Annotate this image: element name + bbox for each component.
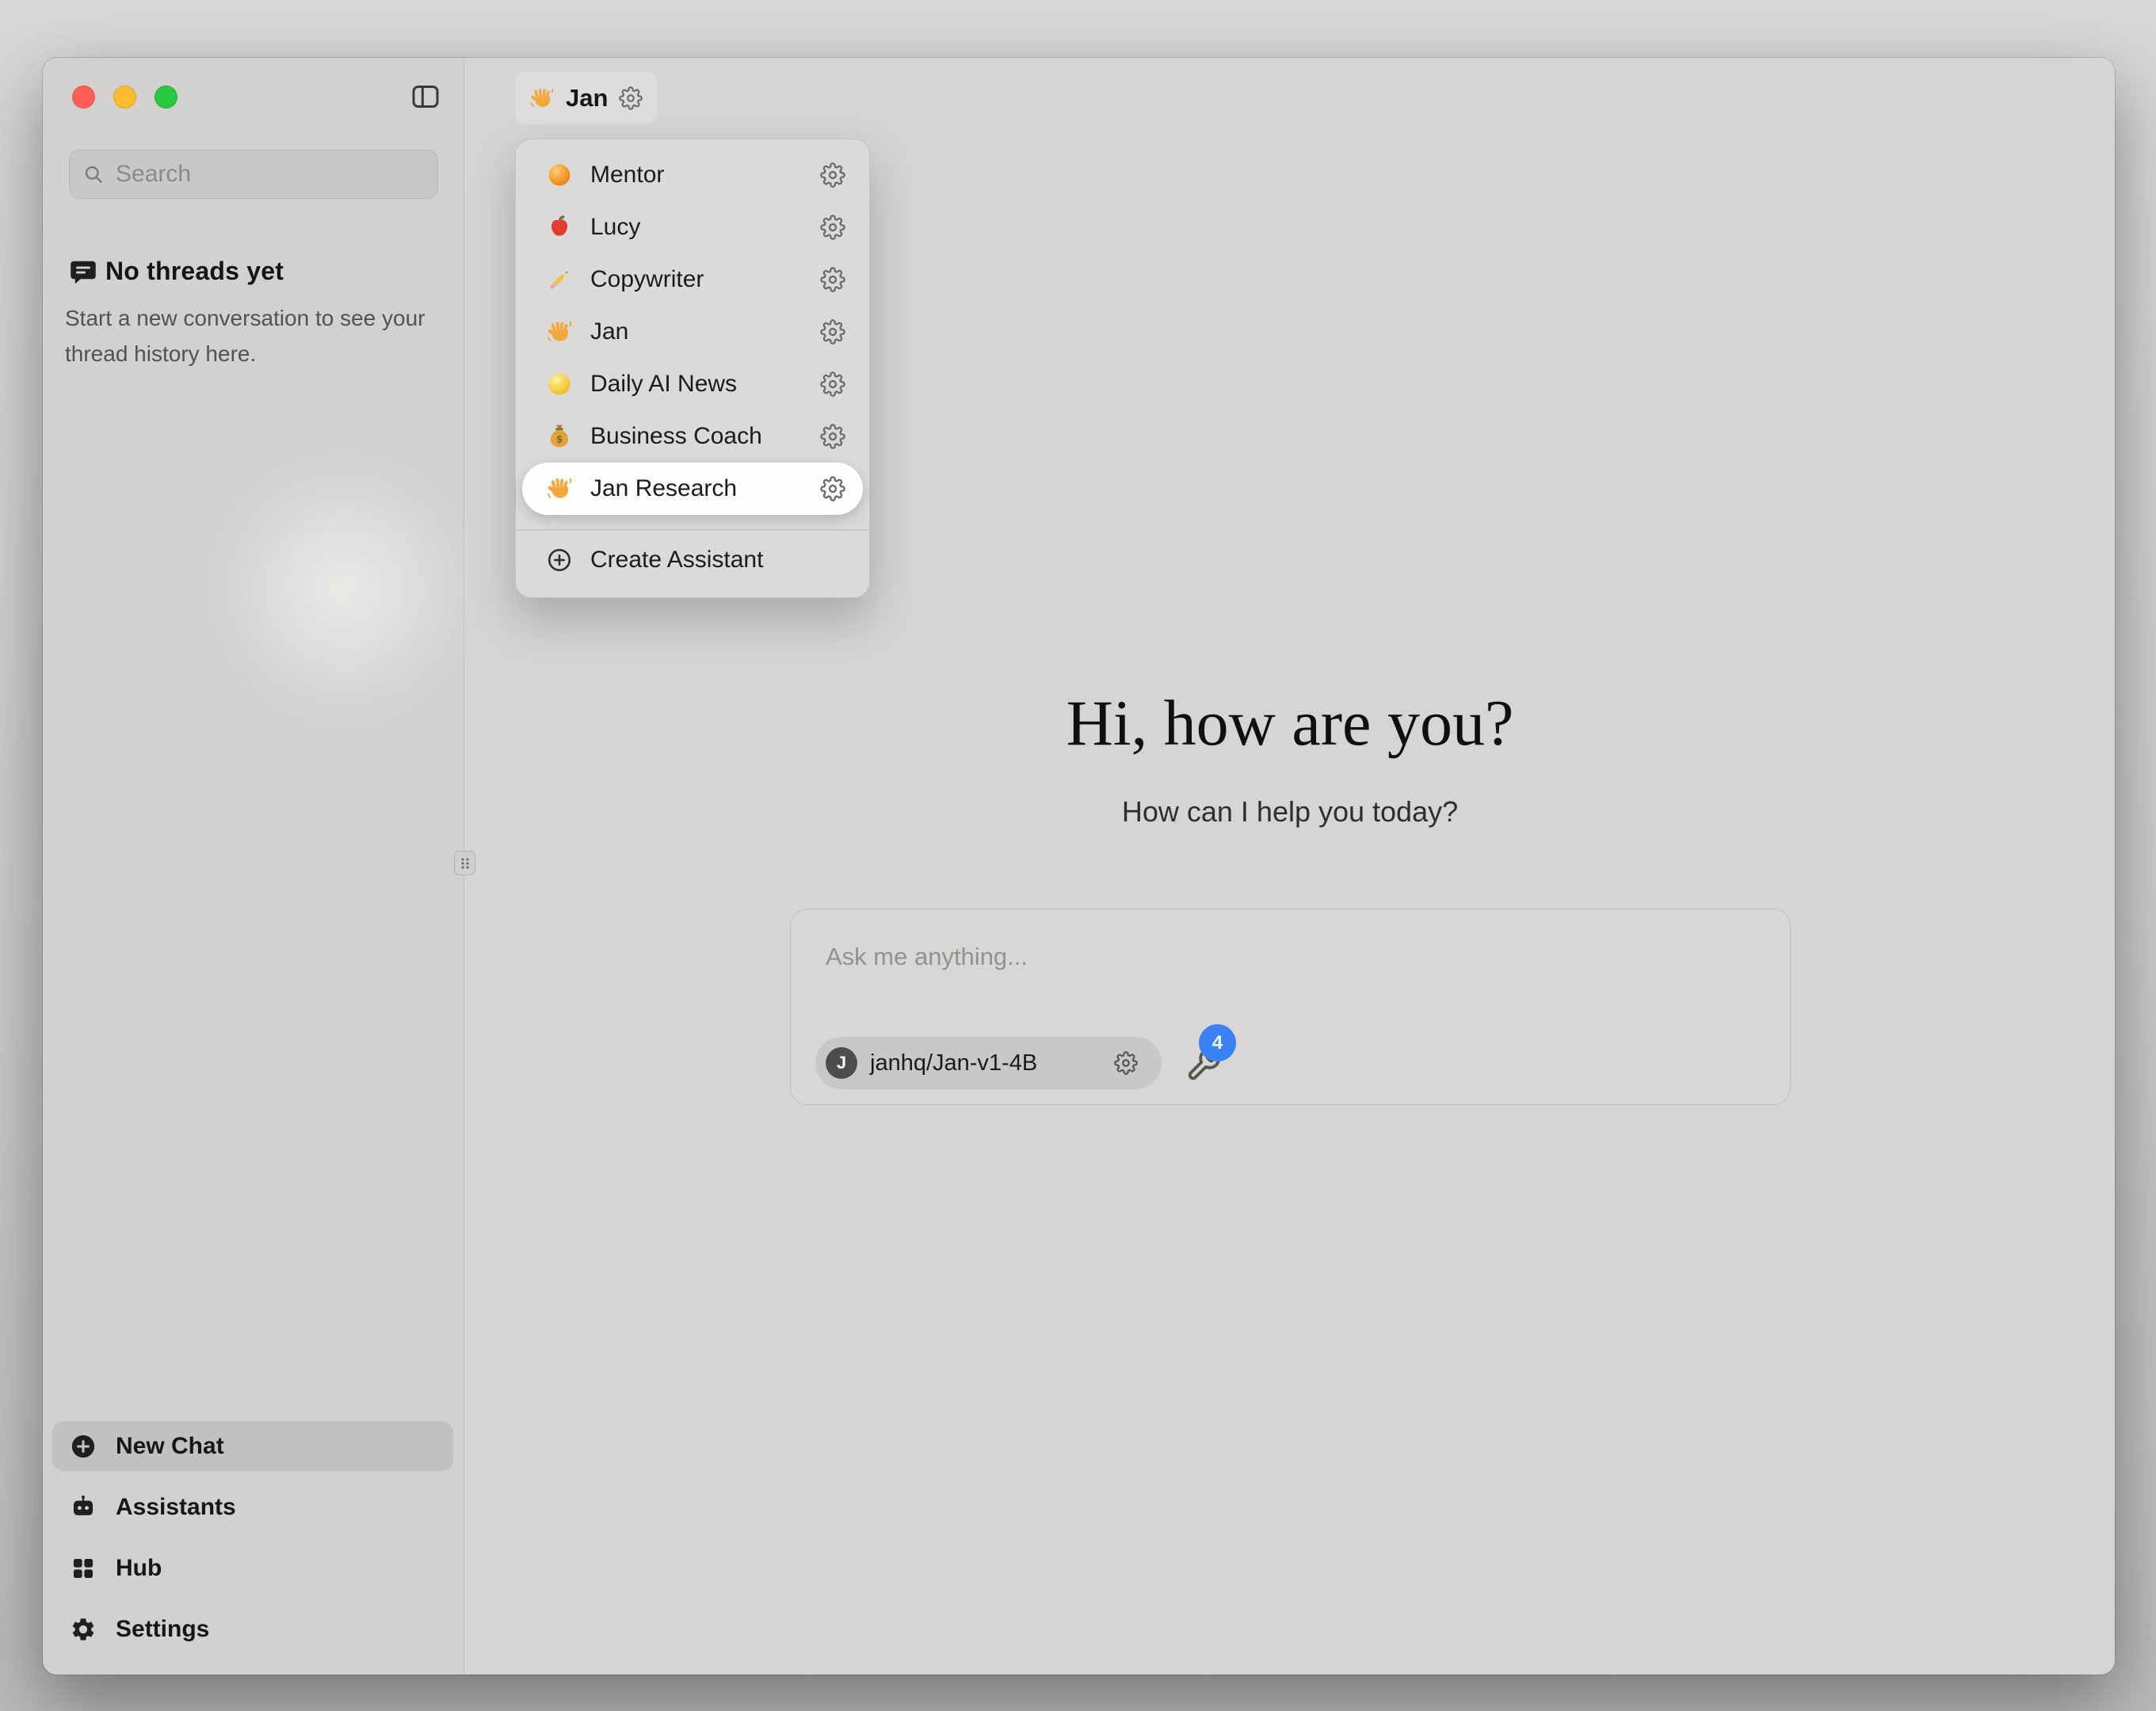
assistant-selector-label: Jan — [566, 84, 608, 112]
sidebar-item-assistants[interactable]: Assistants — [52, 1483, 453, 1532]
chat-bubble-icon — [69, 258, 97, 287]
menu-item-copywriter[interactable]: Copywriter — [516, 253, 869, 306]
waving-hand-icon — [529, 86, 555, 111]
menu-item-jan[interactable]: Jan — [516, 306, 869, 358]
gear-icon[interactable] — [820, 424, 845, 449]
chat-input[interactable] — [826, 933, 1745, 981]
empty-state-title: No threads yet — [105, 257, 284, 286]
gear-icon[interactable] — [820, 162, 845, 188]
empty-state-description: Start a new conversation to see your thr… — [65, 300, 444, 372]
menu-item-label: Copywriter — [590, 266, 704, 293]
gear-icon[interactable] — [820, 267, 845, 292]
greeting-title: Hi, how are you? — [465, 686, 2115, 760]
search-input[interactable] — [116, 161, 425, 188]
menu-separator — [516, 529, 869, 531]
orange-ball-icon — [546, 162, 573, 189]
waving-hand-icon — [546, 475, 573, 502]
sidebar-resize-handle[interactable] — [454, 851, 475, 875]
assistant-dropdown-menu: Mentor Lucy Copywriter Jan Daily AI News — [515, 139, 870, 598]
model-selector[interactable]: J janhq/Jan-v1-4B — [815, 1037, 1162, 1089]
sidebar-decorative-blob — [209, 454, 479, 723]
sidebar-toggle-icon — [410, 81, 441, 112]
gear-icon[interactable] — [820, 372, 845, 397]
sidebar-item-label: Hub — [116, 1555, 162, 1582]
minimize-button[interactable] — [113, 86, 136, 109]
gear-icon[interactable] — [820, 215, 845, 240]
gear-icon[interactable] — [820, 476, 845, 501]
gear-icon[interactable] — [820, 319, 845, 345]
window-controls — [72, 86, 177, 109]
menu-item-label: Business Coach — [590, 423, 762, 450]
search-field[interactable] — [69, 150, 438, 199]
menu-item-label: Jan Research — [590, 475, 737, 502]
sidebar-item-hub[interactable]: Hub — [52, 1544, 453, 1593]
gear-icon[interactable] — [1114, 1051, 1138, 1075]
main-area: Jan Mentor Lucy Copywriter Jan — [465, 58, 2115, 1675]
gear-icon[interactable] — [619, 86, 643, 110]
sidebar: No threads yet Start a new conversation … — [43, 58, 464, 1675]
close-button[interactable] — [72, 86, 95, 109]
model-name: janhq/Jan-v1-4B — [870, 1050, 1037, 1077]
menu-item-create-assistant[interactable]: Create Assistant — [516, 534, 869, 586]
assistant-selector-chip[interactable]: Jan — [515, 72, 657, 124]
app-window: No threads yet Start a new conversation … — [43, 58, 2115, 1675]
pencil-icon — [546, 266, 573, 293]
menu-item-business-coach[interactable]: Business Coach — [516, 410, 869, 463]
menu-item-jan-research[interactable]: Jan Research — [522, 463, 863, 515]
apple-icon — [546, 214, 573, 241]
sidebar-toggle-button[interactable] — [410, 81, 441, 112]
sidebar-item-label: Assistants — [116, 1494, 236, 1521]
sidebar-item-settings[interactable]: Settings — [52, 1605, 453, 1654]
menu-item-label: Mentor — [590, 162, 664, 189]
money-bag-icon — [546, 423, 573, 450]
search-icon — [82, 163, 105, 185]
zoom-button[interactable] — [155, 86, 177, 109]
plus-circle-icon — [70, 1433, 97, 1460]
gear-icon — [70, 1616, 97, 1643]
grip-dots-icon — [456, 853, 475, 874]
menu-item-daily-ai-news[interactable]: Daily AI News — [516, 358, 869, 410]
model-avatar: J — [826, 1047, 857, 1079]
chat-composer: J janhq/Jan-v1-4B 4 — [790, 909, 1791, 1105]
hub-grid-icon — [70, 1555, 97, 1582]
sidebar-item-label: New Chat — [116, 1433, 224, 1460]
sidebar-item-new-chat[interactable]: New Chat — [52, 1421, 453, 1471]
yellow-ball-icon — [546, 371, 573, 398]
menu-item-label: Create Assistant — [590, 547, 763, 574]
assistants-icon — [70, 1494, 97, 1521]
menu-item-mentor[interactable]: Mentor — [516, 149, 869, 201]
plus-circle-icon — [546, 547, 573, 574]
menu-item-label: Daily AI News — [590, 371, 737, 398]
menu-item-lucy[interactable]: Lucy — [516, 201, 869, 253]
waving-hand-icon — [546, 318, 573, 345]
menu-item-label: Jan — [590, 318, 628, 345]
sidebar-item-label: Settings — [116, 1616, 209, 1643]
tools-count-badge: 4 — [1199, 1024, 1236, 1061]
greeting-subtitle: How can I help you today? — [465, 795, 2115, 829]
menu-item-label: Lucy — [590, 214, 640, 241]
